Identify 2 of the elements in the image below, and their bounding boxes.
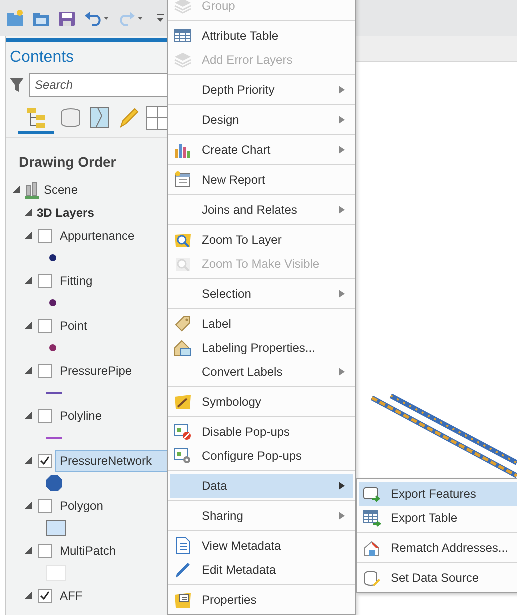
- pane-title: Contents: [9, 48, 76, 68]
- section-heading: Drawing Order: [19, 153, 116, 172]
